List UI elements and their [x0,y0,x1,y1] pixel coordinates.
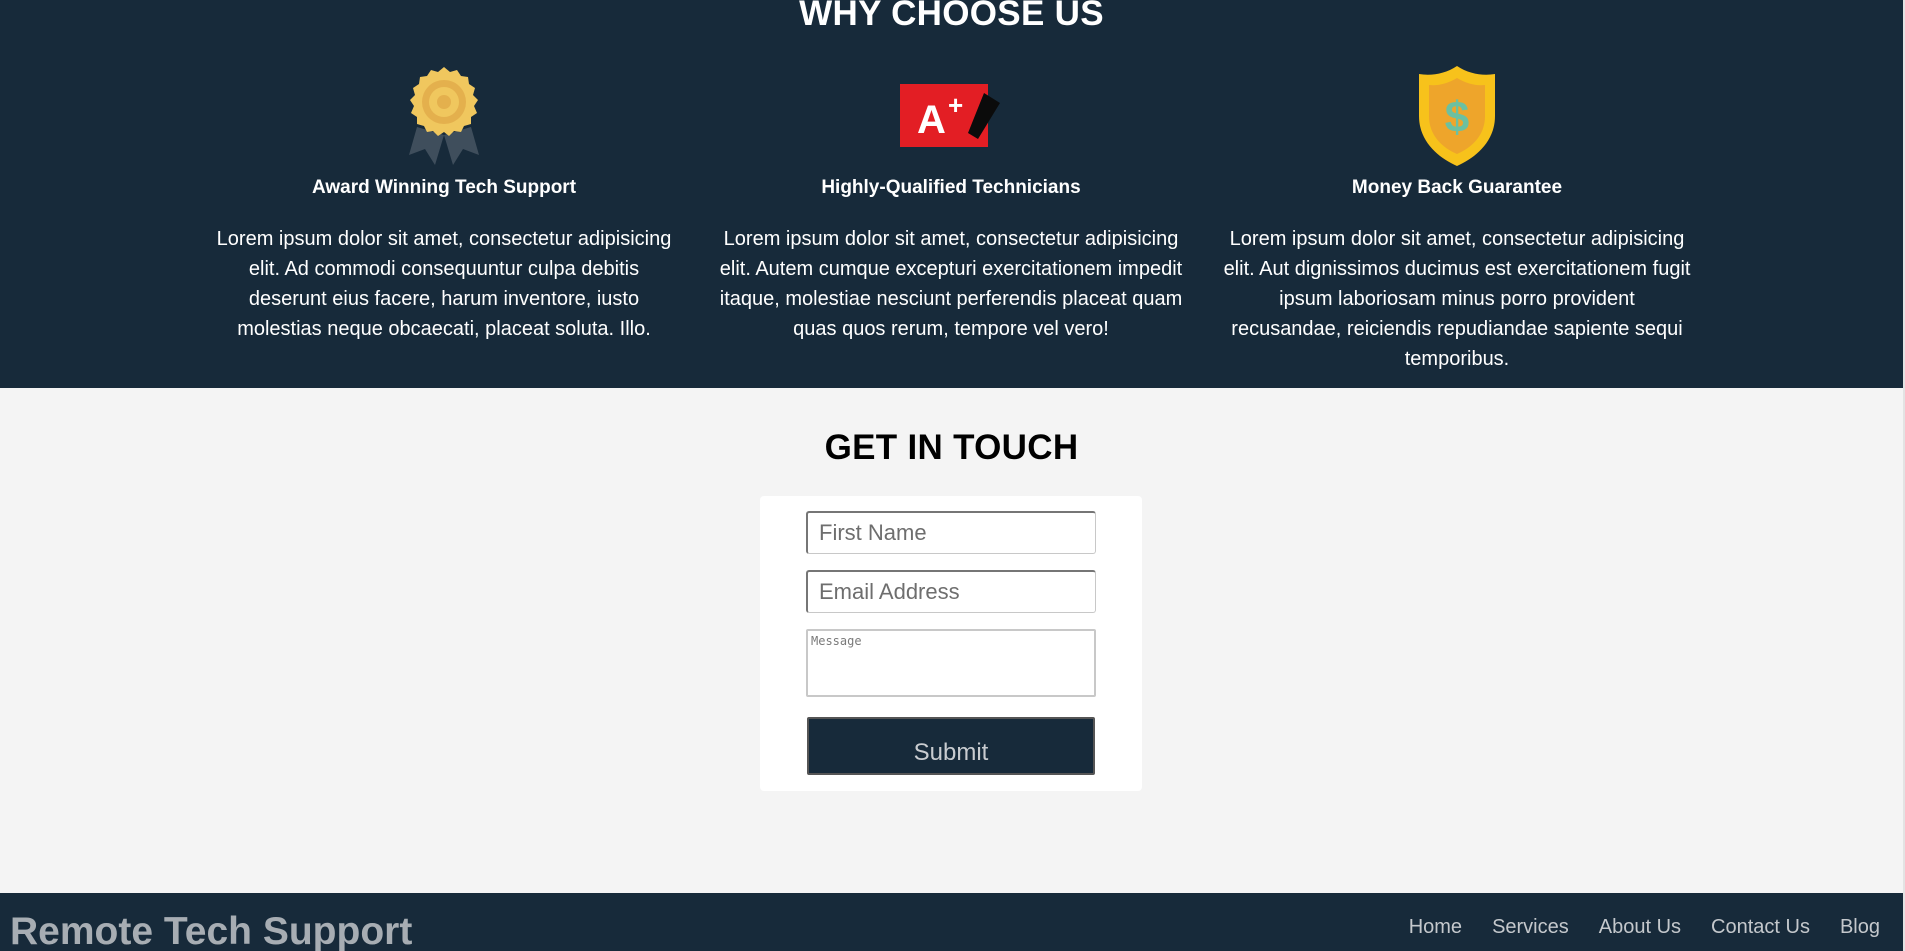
nav-link-blog[interactable]: Blog [1840,915,1880,939]
a-plus-grade-icon: A + [716,64,1186,168]
svg-text:A: A [917,98,946,142]
submit-button[interactable]: Submit [807,717,1095,775]
feature-description: Lorem ipsum dolor sit amet, consectetur … [719,228,1183,340]
footer-nav: Home Services About Us Contact Us Blog [1379,915,1905,939]
svg-text:$: $ [1445,93,1469,142]
nav-link-services[interactable]: Services [1492,915,1569,939]
get-in-touch-section: GET IN TOUCH Submit [0,388,1905,893]
nav-link-contact-us[interactable]: Contact Us [1711,915,1810,939]
svg-text:+: + [948,90,963,120]
page: WHY CHOOSE US Award Winning Tech Support… [0,0,1905,951]
feature-description: Lorem ipsum dolor sit amet, consectetur … [216,228,672,340]
message-textarea[interactable] [806,629,1096,697]
brand-title: Remote Tech Support [10,910,413,951]
nav-link-home[interactable]: Home [1409,915,1462,939]
footer: Remote Tech Support Home Services About … [0,893,1905,951]
feature-qualified-technicians: A + Highly-Qualified Technicians Lorem i… [716,64,1186,344]
award-medal-icon [209,64,679,168]
feature-money-back: $ Money Back Guarantee Lorem ipsum dolor… [1222,64,1692,374]
feature-description: Lorem ipsum dolor sit amet, consectetur … [1223,228,1691,370]
feature-award-winning: Award Winning Tech Support Lorem ipsum d… [209,64,679,344]
nav-link-about-us[interactable]: About Us [1599,915,1681,939]
feature-title: Award Winning Tech Support [311,177,577,198]
why-choose-us-section: WHY CHOOSE US Award Winning Tech Support… [0,0,1903,388]
feature-title: Money Back Guarantee [1351,177,1563,198]
feature-title: Highly-Qualified Technicians [821,177,1081,198]
first-name-input[interactable] [806,511,1096,554]
dollar-shield-icon: $ [1222,64,1692,168]
get-in-touch-title: GET IN TOUCH [824,428,1079,467]
why-choose-us-title: WHY CHOOSE US [799,0,1104,33]
contact-form: Submit [760,496,1142,791]
email-address-input[interactable] [806,570,1096,613]
